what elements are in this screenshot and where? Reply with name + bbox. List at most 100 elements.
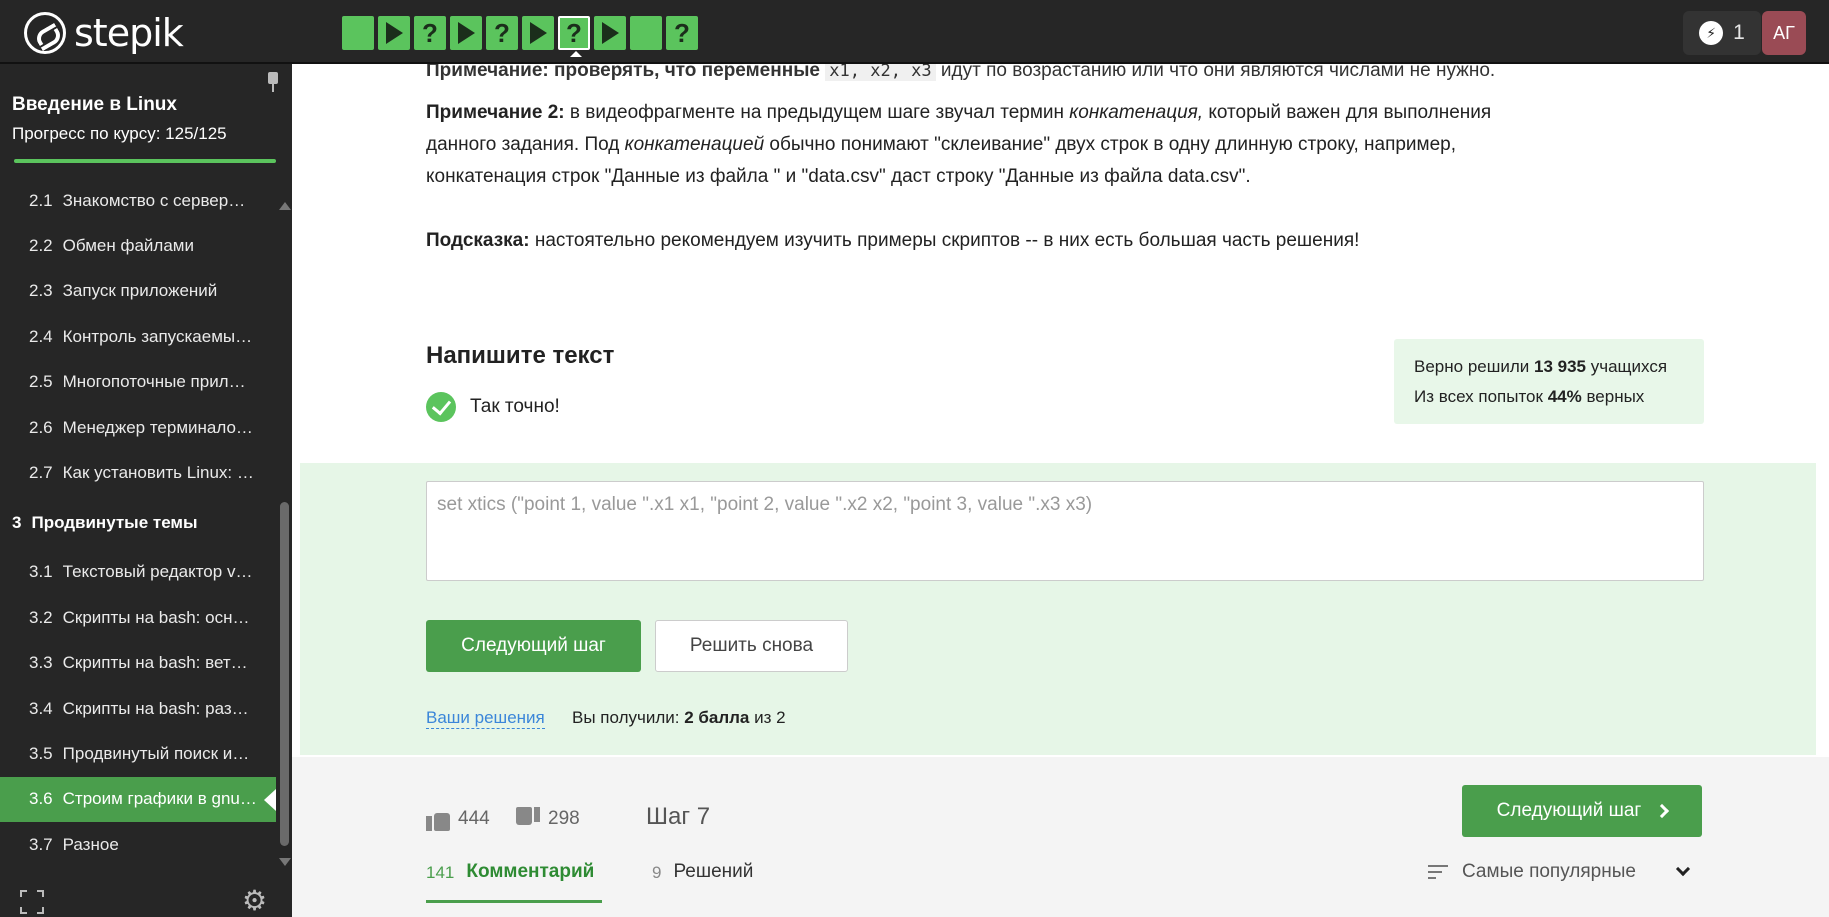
- play-icon: [385, 22, 403, 44]
- sidebar-item-2-6[interactable]: 2.6 Менеджер терминало…: [0, 405, 276, 450]
- answer-textarea[interactable]: set xtics ("point 1, value ".x1 x1, "poi…: [426, 481, 1704, 581]
- sidebar-item-label: Продвинутые темы: [31, 512, 198, 532]
- sidebar-item-3-4[interactable]: 3.4 Скрипты на bash: раз…: [0, 686, 276, 731]
- sidebar-item-number: 3.3: [29, 653, 53, 673]
- sidebar-item-label: Разное: [62, 834, 119, 854]
- sidebar-item-label: Знакомство с сервер…: [62, 190, 246, 210]
- lightning-icon: ⚡: [1699, 21, 1724, 45]
- course-progress-bar: [14, 159, 276, 163]
- top-bar: stepik ???? ⚡ 1 АГ: [0, 0, 1829, 64]
- your-solutions-link[interactable]: Ваши решения: [426, 708, 545, 729]
- sidebar-item-label: Строим графики в gnu…: [62, 789, 257, 809]
- sidebar-item-number: 2.4: [29, 326, 53, 346]
- sort-label: Самые популярные: [1462, 861, 1636, 882]
- solved-count-line: Верно решили 13 935 учащихся: [1414, 357, 1668, 376]
- task-title: Напишите текст: [426, 342, 615, 369]
- sidebar-item-2-2[interactable]: 2.2 Обмен файлами: [0, 223, 276, 268]
- next-step-button[interactable]: Следующий шаг: [426, 620, 641, 672]
- sidebar-item-3-7[interactable]: 3.7 Разное: [0, 822, 276, 867]
- sidebar-item-3-1[interactable]: 3.1 Текстовый редактор v…: [0, 550, 276, 595]
- sidebar-item-number: 3.5: [29, 743, 53, 763]
- scroll-down-arrow-icon[interactable]: [279, 858, 291, 866]
- sidebar-item-number: 3.2: [29, 607, 53, 627]
- fullscreen-icon[interactable]: [20, 890, 44, 914]
- dislike-button[interactable]: 298: [516, 807, 580, 831]
- answer-zone: set xtics ("point 1, value ".x1 x1, "poi…: [300, 463, 1816, 755]
- energy-counter[interactable]: ⚡ 1: [1683, 11, 1761, 55]
- sidebar-item-number: 3: [12, 512, 22, 532]
- thumbs-up-icon: [426, 807, 450, 831]
- sidebar-item-3-5[interactable]: 3.5 Продвинутый поиск и…: [0, 731, 276, 776]
- step-tile-10[interactable]: ?: [666, 16, 698, 50]
- sidebar-item-number: 2.2: [29, 236, 53, 256]
- step-tile-9[interactable]: [630, 16, 662, 50]
- chevron-down-icon: [1675, 861, 1691, 877]
- sort-icon: [1428, 865, 1448, 879]
- solutions-count: 9: [652, 863, 662, 882]
- sidebar-item-label: Скрипты на bash: осн…: [62, 607, 250, 627]
- sidebar-scroll-thumb[interactable]: [280, 502, 289, 846]
- settings-gear-icon[interactable]: ⚙: [242, 887, 268, 915]
- sidebar-item-2-7[interactable]: 2.7 Как установить Linux: …: [0, 450, 276, 495]
- sidebar-item-number: 2.5: [29, 372, 53, 392]
- course-title[interactable]: Введение в Linux: [12, 94, 177, 116]
- sidebar-item-label: Контроль запускаемы…: [62, 326, 253, 346]
- step-tile-4[interactable]: [450, 16, 482, 50]
- step-tile-5[interactable]: ?: [486, 16, 518, 50]
- step-tile-2[interactable]: [378, 16, 410, 50]
- tab-comments[interactable]: 141 Комментарий: [426, 861, 603, 903]
- step-number: Шаг 7: [646, 803, 711, 830]
- hint-text: Подсказка: настоятельно рекомендуем изуч…: [426, 230, 1360, 251]
- sidebar-item-label: Скрипты на bash: раз…: [62, 698, 249, 718]
- sidebar-item-label: Многопоточные прил…: [62, 372, 246, 392]
- scroll-up-arrow-icon[interactable]: [279, 202, 291, 210]
- accuracy-line: Из всех попыток 44% верных: [1414, 387, 1645, 406]
- sidebar-item-label: Обмен файлами: [62, 236, 194, 256]
- sidebar-item-number: 3.7: [29, 834, 53, 854]
- tab-solutions[interactable]: 9 Решений: [652, 861, 753, 883]
- step-tile-3[interactable]: ?: [414, 16, 446, 50]
- sidebar-item-3[interactable]: 3 Продвинутые темы: [0, 496, 276, 550]
- sidebar-item-2-4[interactable]: 2.4 Контроль запускаемы…: [0, 314, 276, 359]
- sidebar-item-number: 3.6: [29, 789, 53, 809]
- pin-icon[interactable]: [266, 72, 280, 94]
- play-icon: [601, 22, 619, 44]
- step-tile-6[interactable]: [522, 16, 554, 50]
- stepik-logo[interactable]: stepik: [24, 11, 184, 55]
- footer-next-step-button[interactable]: Следующий шаг: [1462, 785, 1702, 837]
- retry-button[interactable]: Решить снова: [655, 620, 848, 672]
- like-count: 444: [458, 808, 490, 829]
- sidebar-item-2-1[interactable]: 2.1 Знакомство с сервер…: [0, 178, 276, 223]
- thumbs-down-icon: [516, 807, 540, 831]
- note-1-text: Примечание: проверять, что переменные x1…: [426, 64, 1495, 82]
- step-tile-1[interactable]: [342, 16, 374, 50]
- sidebar-item-label: Менеджер терминало…: [62, 417, 253, 437]
- sidebar-item-3-6[interactable]: 3.6 Строим графики в gnu…: [0, 776, 276, 823]
- chevron-right-icon: [1655, 803, 1670, 819]
- sidebar-item-3-2[interactable]: 3.2 Скрипты на bash: осн…: [0, 595, 276, 640]
- sidebar-item-2-5[interactable]: 2.5 Многопоточные прил…: [0, 360, 276, 405]
- user-avatar[interactable]: АГ: [1762, 11, 1806, 55]
- solve-stats: Верно решили 13 935 учащихся Из всех поп…: [1394, 339, 1704, 424]
- course-sidebar: Введение в Linux Прогресс по курсу: 125/…: [0, 64, 292, 917]
- step-tile-7[interactable]: ?: [558, 16, 590, 57]
- sidebar-item-label: Запуск приложений: [62, 281, 218, 301]
- sidebar-item-3-3[interactable]: 3.3 Скрипты на bash: вет…: [0, 641, 276, 686]
- stepik-logo-icon: [24, 12, 66, 54]
- lesson-steps-bar: ????: [342, 16, 698, 57]
- sidebar-item-label: Скрипты на bash: вет…: [62, 653, 248, 673]
- sidebar-item-number: 2.1: [29, 190, 53, 210]
- sidebar-item-number: 2.7: [29, 463, 53, 483]
- step-tile-8[interactable]: [594, 16, 626, 50]
- sidebar-item-label: Продвинутый поиск и…: [62, 743, 250, 763]
- sidebar-item-number: 3.4: [29, 698, 53, 718]
- result-status: Так точно!: [426, 392, 560, 422]
- sidebar-item-2-3[interactable]: 2.3 Запуск приложений: [0, 269, 276, 314]
- step-footer: 444 298 Шаг 7 Следующий шаг 141 Коммента…: [292, 757, 1829, 917]
- sort-dropdown[interactable]: Самые популярные: [1428, 861, 1691, 883]
- sidebar-item-number: 2.6: [29, 417, 53, 437]
- logo-text: stepik: [74, 11, 184, 55]
- like-button[interactable]: 444: [426, 807, 490, 831]
- play-icon: [529, 22, 547, 44]
- course-progress-fill: [14, 159, 276, 163]
